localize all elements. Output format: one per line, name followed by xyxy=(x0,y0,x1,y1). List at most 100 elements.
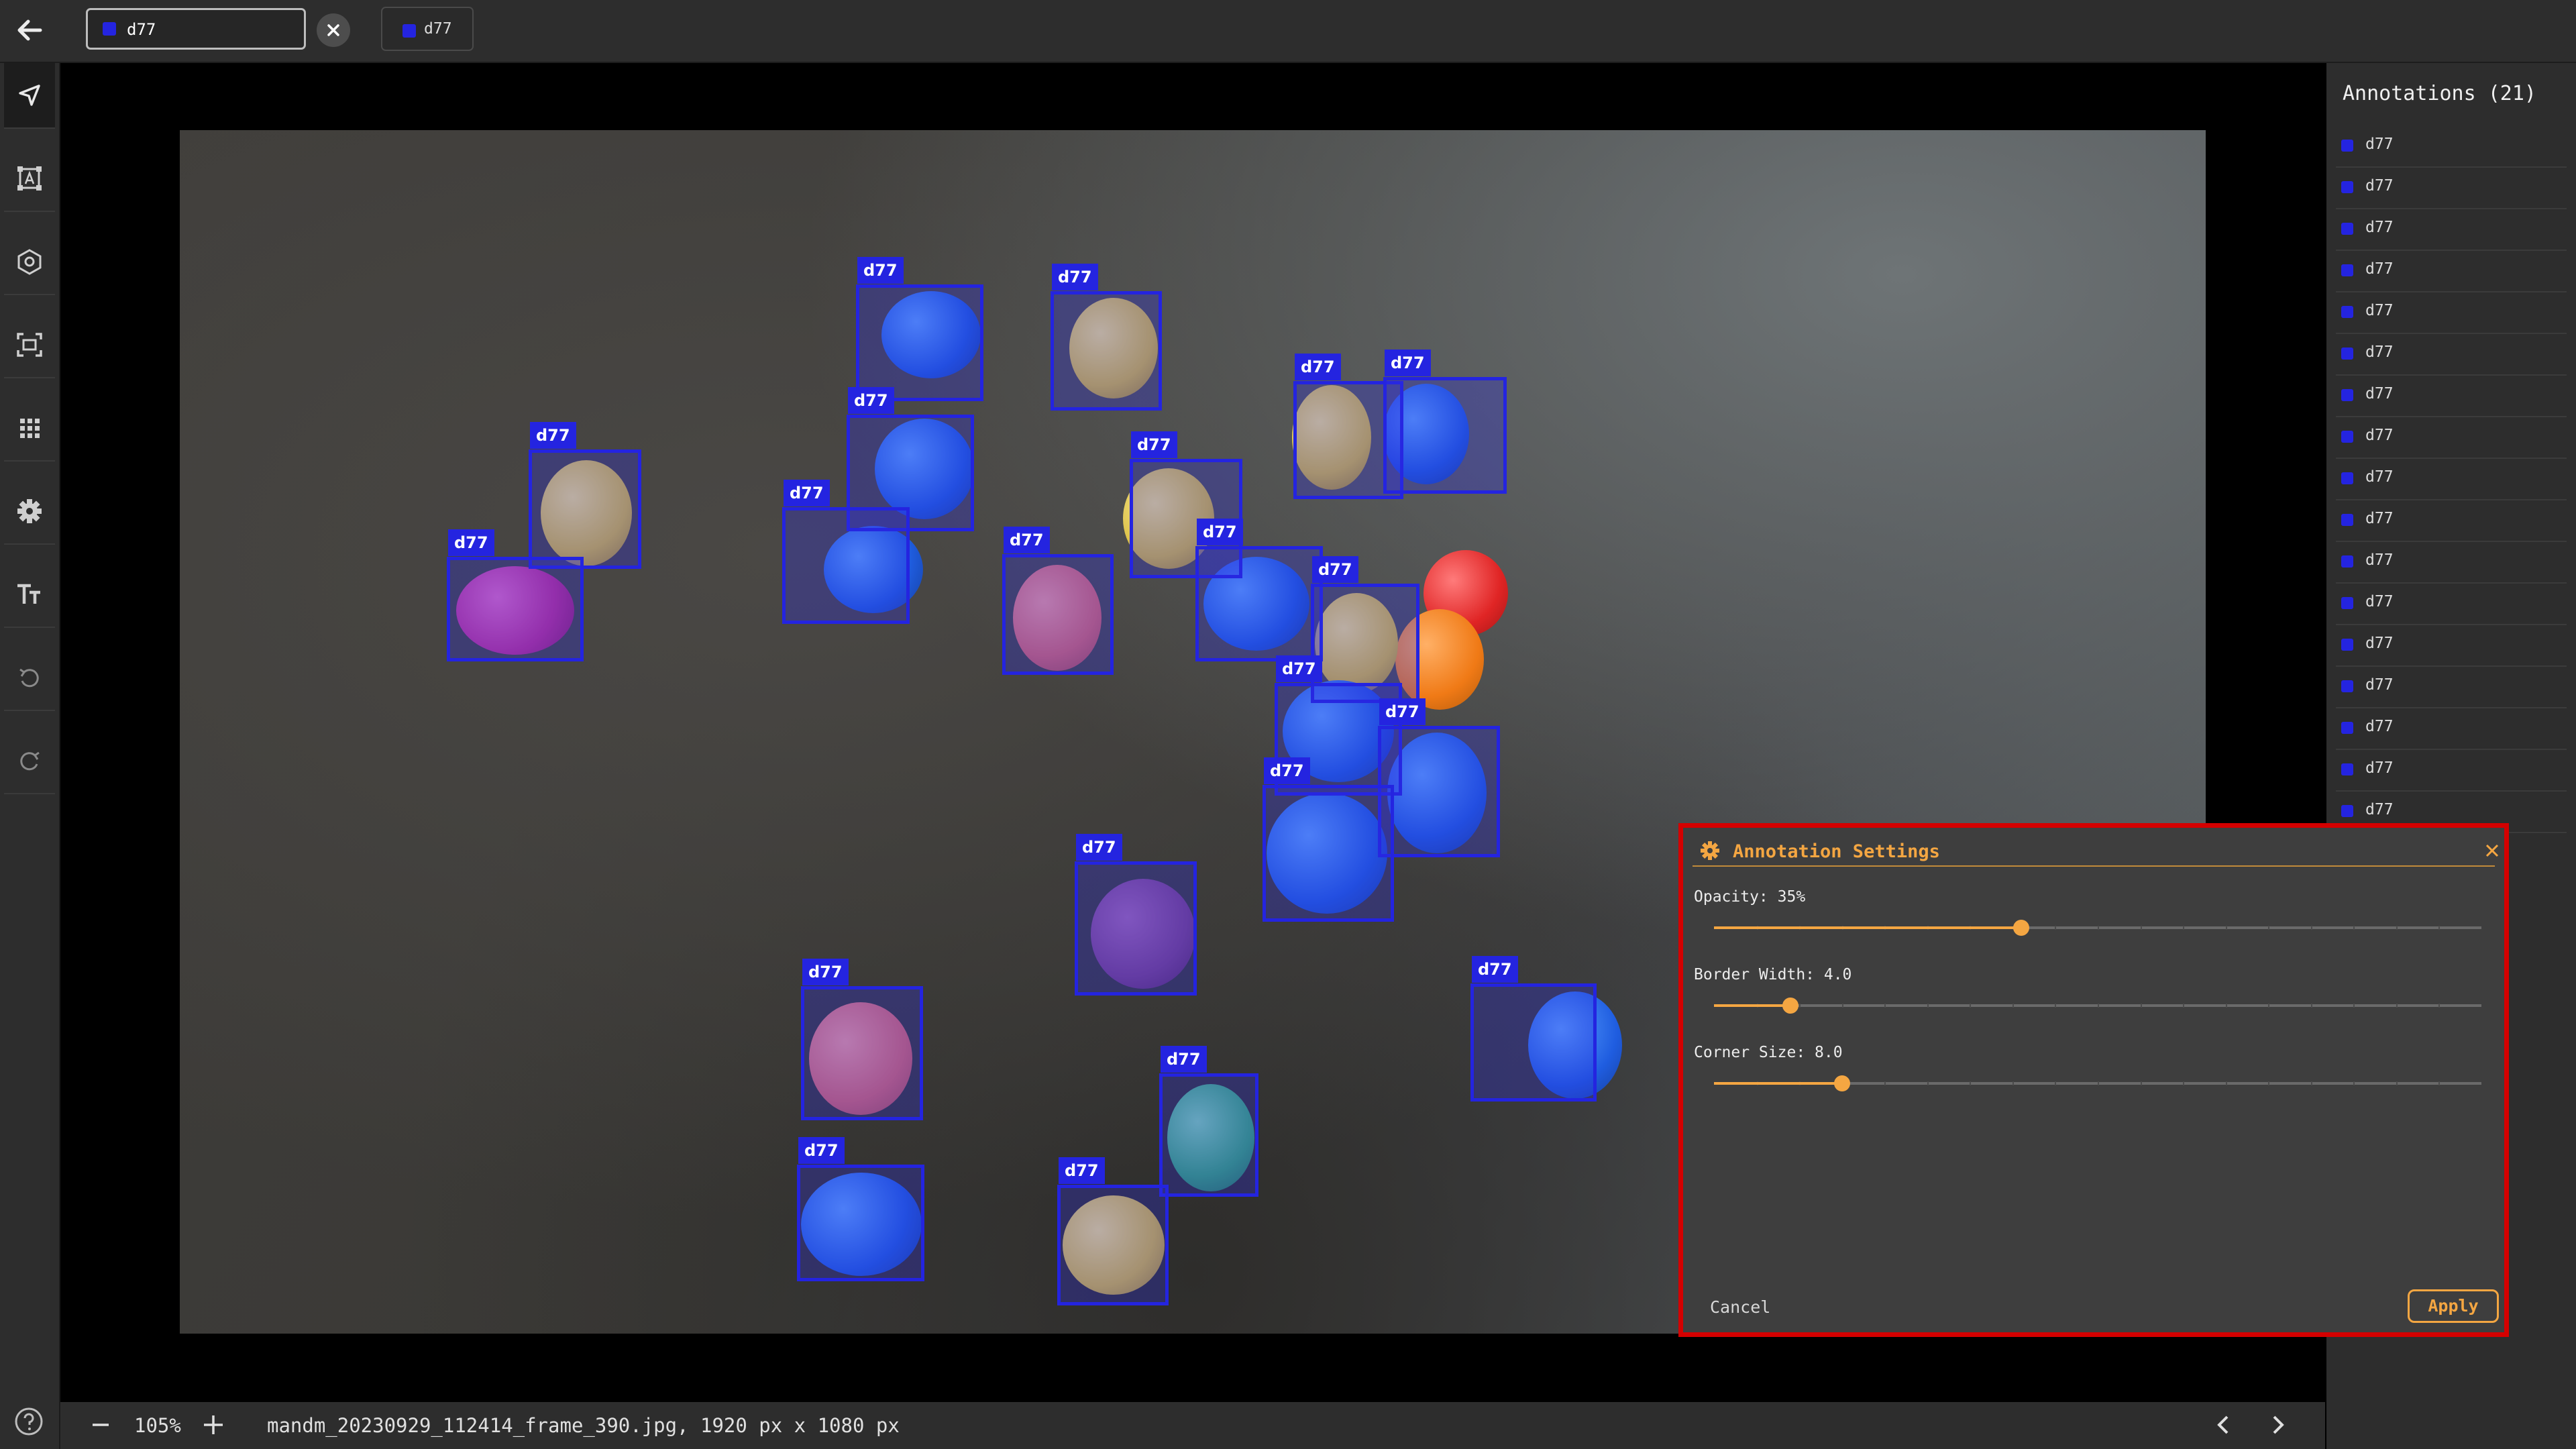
annotation-color-swatch xyxy=(2341,514,2353,526)
zoom-out-icon[interactable] xyxy=(87,1411,114,1438)
label-chip[interactable]: d77 xyxy=(381,7,474,51)
annotation-list-item[interactable]: d77 xyxy=(2336,500,2567,542)
annotation-list-item[interactable]: d77 xyxy=(2336,667,2567,708)
slider-tick xyxy=(2310,926,2312,930)
annotation-box[interactable]: d77 xyxy=(529,422,641,569)
slider-tick xyxy=(2225,926,2227,930)
slider-tick xyxy=(1927,1004,1929,1008)
label-color-swatch xyxy=(103,22,116,36)
grid-tool-button[interactable] xyxy=(4,396,55,462)
annotation-item-label: d77 xyxy=(2365,260,2394,278)
text-size-tool-button[interactable] xyxy=(4,562,55,628)
annotation-box[interactable]: d77 xyxy=(447,529,584,661)
slider-tick xyxy=(2396,926,2398,930)
annotation-color-swatch xyxy=(2341,140,2353,152)
annotation-list-item[interactable]: d77 xyxy=(2336,542,2567,584)
slider-tick xyxy=(2268,926,2270,930)
annotation-label: d77 xyxy=(848,387,894,414)
slider-tick xyxy=(2140,1081,2142,1085)
back-arrow-icon[interactable] xyxy=(9,9,51,51)
annotation-list-item[interactable]: d77 xyxy=(2336,292,2567,334)
annotation-color-swatch xyxy=(2341,389,2353,401)
annotation-label: d77 xyxy=(784,480,830,506)
slider-thumb[interactable] xyxy=(1782,998,1799,1014)
annotation-box[interactable]: d77 xyxy=(1195,519,1323,661)
annotation-list-item[interactable]: d77 xyxy=(2336,625,2567,667)
annotation-box[interactable]: d77 xyxy=(1159,1046,1258,1197)
annotation-list-item[interactable]: d77 xyxy=(2336,376,2567,417)
annotation-item-label: d77 xyxy=(2365,385,2394,402)
label-color-swatch xyxy=(402,24,416,38)
redo-tool-button[interactable] xyxy=(4,729,55,794)
help-icon[interactable] xyxy=(13,1406,44,1437)
annotation-box[interactable]: d77 xyxy=(1051,264,1162,411)
slider-tick xyxy=(2055,926,2057,930)
annotation-list-item[interactable]: d77 xyxy=(2336,750,2567,792)
annotation-label: d77 xyxy=(1197,519,1243,545)
slider-thumb[interactable] xyxy=(1834,1075,1851,1091)
annotation-item-label: d77 xyxy=(2365,219,2394,236)
annotation-item-label: d77 xyxy=(2365,302,2394,319)
slider-tick xyxy=(1927,1081,1929,1085)
annotation-list-item[interactable]: d77 xyxy=(2336,126,2567,168)
slider-thumb[interactable] xyxy=(2012,920,2029,936)
annotation-box[interactable]: d77 xyxy=(1263,757,1394,922)
slider-tick xyxy=(2055,1004,2057,1008)
opacity-slider[interactable] xyxy=(1714,918,2481,938)
border-width-slider[interactable] xyxy=(1714,996,2481,1016)
annotation-color-swatch xyxy=(2341,472,2353,484)
annotation-box[interactable]: d77 xyxy=(1470,956,1597,1102)
annotation-label: d77 xyxy=(448,529,494,556)
annotation-list-item[interactable]: d77 xyxy=(2336,584,2567,625)
focus-tool-button[interactable] xyxy=(4,313,55,378)
annotation-box[interactable]: d77 xyxy=(1057,1157,1169,1305)
chevron-left-icon[interactable] xyxy=(2208,1410,2238,1440)
clear-button[interactable] xyxy=(317,13,350,47)
annotation-box[interactable]: d77 xyxy=(1075,834,1197,996)
annotation-box[interactable]: d77 xyxy=(782,480,910,624)
slider-tick xyxy=(2353,926,2355,930)
annotation-list-item[interactable]: d77 xyxy=(2336,209,2567,251)
annotation-list-item[interactable]: d77 xyxy=(2336,708,2567,750)
annotate-box-tool-button[interactable] xyxy=(4,146,55,212)
chevron-right-icon[interactable] xyxy=(2263,1410,2293,1440)
undo-tool-button[interactable] xyxy=(4,645,55,711)
annotations-panel-title: Annotations (21) xyxy=(2343,82,2536,105)
annotation-list-item[interactable]: d77 xyxy=(2336,417,2567,459)
annotation-item-label: d77 xyxy=(2365,427,2394,444)
annotation-item-label: d77 xyxy=(2365,468,2394,486)
annotation-box[interactable]: d77 xyxy=(801,959,923,1120)
slider-tick xyxy=(2012,1081,2014,1085)
slider-tick xyxy=(2438,926,2440,930)
annotation-box[interactable]: d77 xyxy=(797,1137,924,1281)
annotation-settings-dialog: Annotation Settings Opacity: 35% Border … xyxy=(1678,823,2509,1337)
annotation-color-swatch xyxy=(2341,763,2353,775)
close-icon xyxy=(327,24,339,36)
annotation-list-item[interactable]: d77 xyxy=(2336,168,2567,209)
label-input[interactable] xyxy=(125,15,296,44)
navigate-tool-button[interactable] xyxy=(4,63,55,129)
apply-button[interactable]: Apply xyxy=(2408,1289,2499,1323)
annotation-list: d77 d77 d77 d77 d77 d77 d77 d77 d77 d77 d77 d77 d77 d… xyxy=(2336,126,2567,833)
close-icon[interactable] xyxy=(2484,843,2500,859)
annotation-box[interactable]: d77 xyxy=(1378,698,1500,857)
polygon-tool-button[interactable] xyxy=(4,229,55,295)
zoom-in-icon[interactable] xyxy=(200,1411,227,1438)
annotation-box[interactable]: d77 xyxy=(1383,350,1507,494)
annotation-label: d77 xyxy=(1379,698,1426,725)
label-search-field[interactable] xyxy=(86,8,306,50)
annotation-list-item[interactable]: d77 xyxy=(2336,459,2567,500)
slider-tick xyxy=(2098,1081,2099,1085)
settings-tool-button[interactable] xyxy=(4,479,55,545)
redo-icon xyxy=(20,751,40,771)
corner-size-slider[interactable] xyxy=(1714,1073,2481,1093)
cancel-button[interactable]: Cancel xyxy=(1710,1297,1770,1317)
annotation-box[interactable]: d77 xyxy=(1002,527,1114,675)
focus-icon xyxy=(17,333,42,357)
annotation-item-label: d77 xyxy=(2365,635,2394,652)
annotation-list-item[interactable]: d77 xyxy=(2336,251,2567,292)
annotation-color-swatch xyxy=(2341,347,2353,360)
annotation-box[interactable]: d77 xyxy=(856,257,983,401)
annotation-list-item[interactable]: d77 xyxy=(2336,334,2567,376)
slider-tick xyxy=(2396,1004,2398,1008)
